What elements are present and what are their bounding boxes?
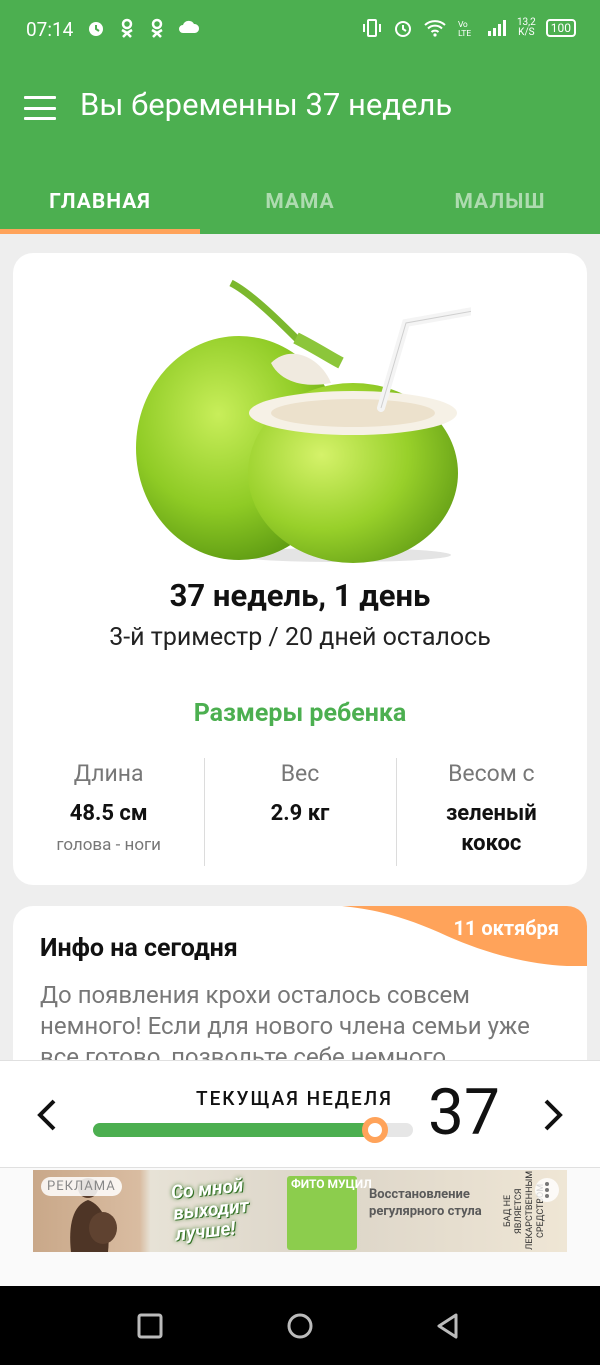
stat-note: голова - ноги	[56, 835, 161, 855]
status-notification-icons	[86, 18, 200, 38]
chevron-left-icon[interactable]	[30, 1091, 64, 1139]
stat-label: Длина	[73, 760, 144, 787]
volte-icon: VoLTE	[458, 20, 471, 37]
stat-weight: Вес 2.9 кг	[204, 758, 395, 866]
alarm-icon	[394, 21, 411, 37]
recent-apps-icon[interactable]	[136, 1312, 164, 1340]
pregnancy-summary-card: 37 недель, 1 день 3-й триместр / 20 дней…	[13, 253, 587, 885]
alarm-icon	[89, 22, 103, 36]
tab-mom[interactable]: МАМА	[200, 170, 400, 234]
date-label: 11 октября	[453, 916, 559, 940]
ok-icon	[151, 18, 163, 38]
week-progress-fill	[93, 1123, 375, 1137]
week-navigator: ТЕКУЩАЯ НЕДЕЛЯ 37	[0, 1060, 600, 1168]
baby-sizes-heading: Размеры ребенка	[193, 699, 407, 728]
week-progress-thumb[interactable]	[361, 1117, 388, 1143]
hamburger-menu-icon[interactable]	[24, 96, 56, 120]
page-title: Вы беременны 37 недель	[80, 86, 453, 123]
stat-value: зеленый кокос	[445, 801, 537, 856]
ad-options-icon[interactable]	[535, 1178, 559, 1202]
wifi-icon	[424, 20, 446, 37]
tab-main[interactable]: ГЛАВНАЯ	[0, 170, 200, 234]
tab-baby[interactable]: МАЛЫШ	[400, 170, 600, 234]
ad-disclaimer: БАД НЕ ЯВЛЯЕТСЯ ЛЕКАРСТВЕННЫМ СРЕДСТВОМ	[503, 1170, 546, 1250]
stat-size-comparison: Весом с зеленый кокос	[395, 758, 587, 866]
stat-length: Длина 48.5 см голова - ноги	[13, 758, 204, 866]
status-system-icons: Vo LTE 13,2 K/S 100	[361, 18, 576, 38]
status-time: 07:14	[26, 18, 74, 41]
system-navigation-bar	[0, 1286, 600, 1365]
ok-icon	[121, 18, 133, 38]
chevron-right-icon[interactable]	[536, 1091, 570, 1139]
week-title: 37 недель, 1 день	[169, 577, 431, 614]
cloud-icon	[179, 20, 200, 33]
ad-slogan: Со мной выходит лучше!	[169, 1173, 251, 1246]
back-icon[interactable]	[434, 1312, 462, 1340]
stat-label: Весом с	[448, 760, 535, 787]
svg-text:LTE: LTE	[458, 29, 471, 37]
stat-label: Вес	[280, 760, 320, 787]
home-icon[interactable]	[286, 1312, 314, 1340]
ad-product-text: Восстановление регулярного стула	[369, 1187, 482, 1219]
week-progress-bar[interactable]	[93, 1117, 413, 1143]
stat-value: 48.5 см	[69, 801, 148, 826]
current-week-label: ТЕКУЩАЯ НЕДЕЛЯ	[196, 1087, 393, 1110]
ad-brand: ФИТО МУЦИЛ	[291, 1177, 372, 1191]
network-speed: 13,2 K/S	[516, 17, 536, 38]
ad-tag: РЕКЛАМА	[41, 1177, 122, 1196]
signal-icon	[487, 20, 506, 36]
tab-bar: ГЛАВНАЯ МАМА МАЛЫШ	[0, 170, 600, 234]
svg-text:Vo: Vo	[458, 20, 468, 29]
status-bar: 07:14 Vo LTE 13,2 K/S 100	[0, 0, 600, 62]
ad-banner[interactable]: РЕКЛАМА Со мной выходит лучше! ФИТО МУЦИ…	[33, 1170, 567, 1252]
info-title: Инфо на сегодня	[40, 934, 238, 963]
vibrate-icon	[362, 19, 381, 37]
ad-area: РЕКЛАМА Со мной выходит лучше! ФИТО МУЦИ…	[0, 1168, 600, 1286]
stat-value: 2.9 кг	[270, 801, 330, 826]
battery-icon: 100	[545, 19, 576, 37]
coconut-image	[136, 279, 471, 563]
current-week-number: 37	[428, 1075, 500, 1150]
baby-stats: Длина 48.5 см голова - ноги Вес 2.9 кг В…	[13, 758, 587, 866]
trimester-subtitle: 3-й триместр / 20 дней осталось	[109, 623, 491, 652]
app-bar: Вы беременны 37 недель	[0, 62, 600, 170]
